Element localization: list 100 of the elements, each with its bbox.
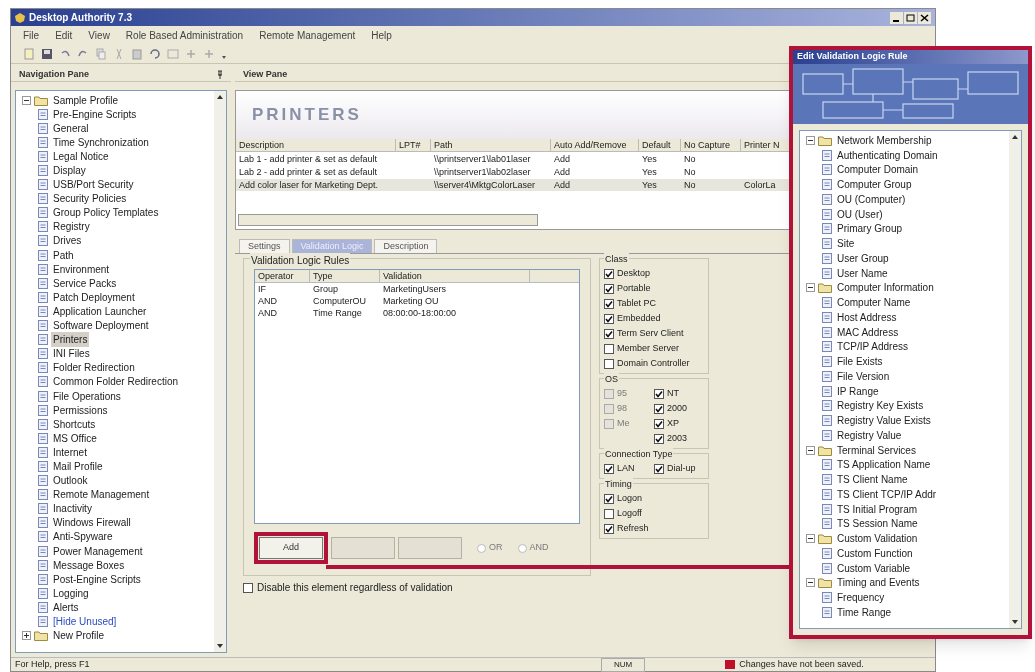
tree-item[interactable]: IP Range <box>835 383 881 399</box>
checkbox[interactable] <box>604 268 614 279</box>
tree-item[interactable]: Printers <box>51 332 90 348</box>
checkbox[interactable] <box>604 343 614 354</box>
tree-item[interactable]: Common Folder Redirection <box>51 374 181 390</box>
minimize-icon[interactable] <box>890 11 903 24</box>
tree-item[interactable]: [Hide Unused] <box>51 614 119 629</box>
tree-item[interactable]: Message Boxes <box>51 557 127 573</box>
tree-item[interactable]: TS Client TCP/IP Addr <box>835 486 939 502</box>
column-header[interactable]: Validation <box>380 270 530 282</box>
menu-item[interactable]: Edit <box>55 27 73 43</box>
tree-item[interactable]: MS Office <box>51 430 99 446</box>
tree-item[interactable]: File Version <box>835 368 892 384</box>
tree-item[interactable]: Post-Engine Scripts <box>51 571 143 587</box>
tree-item[interactable]: Registry Value Exists <box>835 413 933 429</box>
tree-item[interactable]: Computer Group <box>835 177 914 193</box>
tree-item[interactable]: TS Initial Program <box>835 501 920 517</box>
tree-item[interactable]: Site <box>835 236 857 252</box>
tree-item[interactable]: Frequency <box>835 590 887 606</box>
tree-item[interactable]: Mail Profile <box>51 459 105 474</box>
tree-item[interactable]: Custom Function <box>835 545 915 561</box>
tab[interactable]: Settings <box>239 239 290 253</box>
tree-item[interactable]: General <box>51 120 91 136</box>
tree-item[interactable]: TCP/IP Address <box>835 339 910 355</box>
tree-item[interactable]: Primary Group <box>835 221 904 237</box>
tree-item[interactable]: INI Files <box>51 346 92 362</box>
tree-item[interactable]: Internet <box>51 444 89 460</box>
tree-item[interactable]: Timing and Events <box>835 575 922 591</box>
tree-item[interactable]: Registry Value <box>835 427 904 443</box>
tree-item[interactable]: Software Deployment <box>51 318 151 334</box>
tree-item[interactable]: TS Session Name <box>835 516 920 532</box>
tree-item[interactable]: Permissions <box>51 402 110 418</box>
tree-item[interactable]: OU (User) <box>835 206 885 222</box>
checkbox[interactable] <box>243 582 253 593</box>
tree-item[interactable]: User Group <box>835 250 891 266</box>
close-icon[interactable] <box>918 11 931 24</box>
checkbox[interactable] <box>654 388 664 399</box>
checkbox[interactable] <box>604 523 614 534</box>
tree-item[interactable]: Path <box>51 247 76 263</box>
checkbox[interactable] <box>654 433 664 444</box>
checkbox[interactable] <box>604 463 614 474</box>
tree-item[interactable]: Security Policies <box>51 191 129 207</box>
tree-item[interactable]: Computer Information <box>835 280 936 296</box>
tree-item[interactable]: Alerts <box>51 599 81 615</box>
tree-item[interactable]: Environment <box>51 261 112 277</box>
checkbox[interactable] <box>654 463 664 474</box>
column-header[interactable]: Description <box>236 139 396 151</box>
pin-icon[interactable] <box>217 70 223 79</box>
tree-item[interactable]: Anti-Spyware <box>51 529 115 545</box>
expander-icon[interactable] <box>806 578 815 588</box>
tree-item[interactable]: MAC Address <box>835 324 901 340</box>
tree-item[interactable]: Shortcuts <box>51 416 98 432</box>
checkbox[interactable] <box>604 493 614 504</box>
tree-item[interactable]: Pre-Engine Scripts <box>51 106 139 122</box>
checkbox[interactable] <box>654 403 664 414</box>
checkbox[interactable] <box>654 418 664 429</box>
tree-item[interactable]: OU (Computer) <box>835 191 908 207</box>
checkbox[interactable] <box>604 508 614 519</box>
button[interactable]: Add <box>259 537 323 559</box>
tree-item[interactable]: File Operations <box>51 388 123 404</box>
tree-item[interactable]: Group Policy Templates <box>51 205 161 221</box>
expander-icon[interactable] <box>806 283 815 293</box>
scrollbar[interactable] <box>214 91 226 652</box>
scrollbar[interactable] <box>238 214 538 226</box>
tree-item[interactable]: Drives <box>51 233 84 249</box>
save-icon[interactable] <box>41 47 53 60</box>
tree-item[interactable]: Legal Notice <box>51 148 111 164</box>
menu-item[interactable]: Remote Management <box>259 27 356 43</box>
tree-item[interactable]: Service Packs <box>51 275 119 291</box>
column-header[interactable]: Path <box>431 139 551 151</box>
checkbox[interactable] <box>604 283 614 294</box>
tree-item[interactable]: Folder Redirection <box>51 360 137 376</box>
menu-item[interactable]: Role Based Administration <box>125 27 244 43</box>
tree-item[interactable]: Custom Variable <box>835 560 913 576</box>
menu-item[interactable]: View <box>88 27 110 43</box>
tree-item[interactable]: Application Launcher <box>51 303 149 319</box>
column-header[interactable]: Type <box>310 270 380 282</box>
menu-item[interactable]: File <box>23 27 40 43</box>
expander-icon[interactable] <box>22 631 31 641</box>
column-header[interactable]: LPT# <box>396 139 431 151</box>
expander-icon[interactable] <box>22 95 31 105</box>
tree-item[interactable]: Time Range <box>835 604 894 620</box>
tree-item[interactable]: File Exists <box>835 354 885 370</box>
tree-item[interactable]: Registry <box>51 219 92 235</box>
scrollbar[interactable] <box>1009 131 1021 628</box>
maximize-icon[interactable] <box>904 11 917 24</box>
expander-icon[interactable] <box>806 135 815 145</box>
tree-item[interactable]: TS Client Name <box>835 472 910 488</box>
column-header[interactable]: Operator <box>255 270 310 282</box>
tree-item[interactable]: Patch Deployment <box>51 289 137 305</box>
expander-icon[interactable] <box>806 445 815 455</box>
tree-item[interactable]: Terminal Services <box>835 442 918 458</box>
tree-item[interactable]: Power Management <box>51 543 145 559</box>
tree-item[interactable]: USB/Port Security <box>51 177 136 193</box>
tree-item[interactable]: TS Application Name <box>835 457 933 473</box>
tree-item[interactable]: New Profile <box>51 628 107 644</box>
column-header[interactable]: Default <box>639 139 681 151</box>
tree-item[interactable]: Sample Profile <box>51 92 121 108</box>
column-header[interactable]: Auto Add/Remove <box>551 139 639 151</box>
rotate-left-icon[interactable] <box>149 47 161 60</box>
